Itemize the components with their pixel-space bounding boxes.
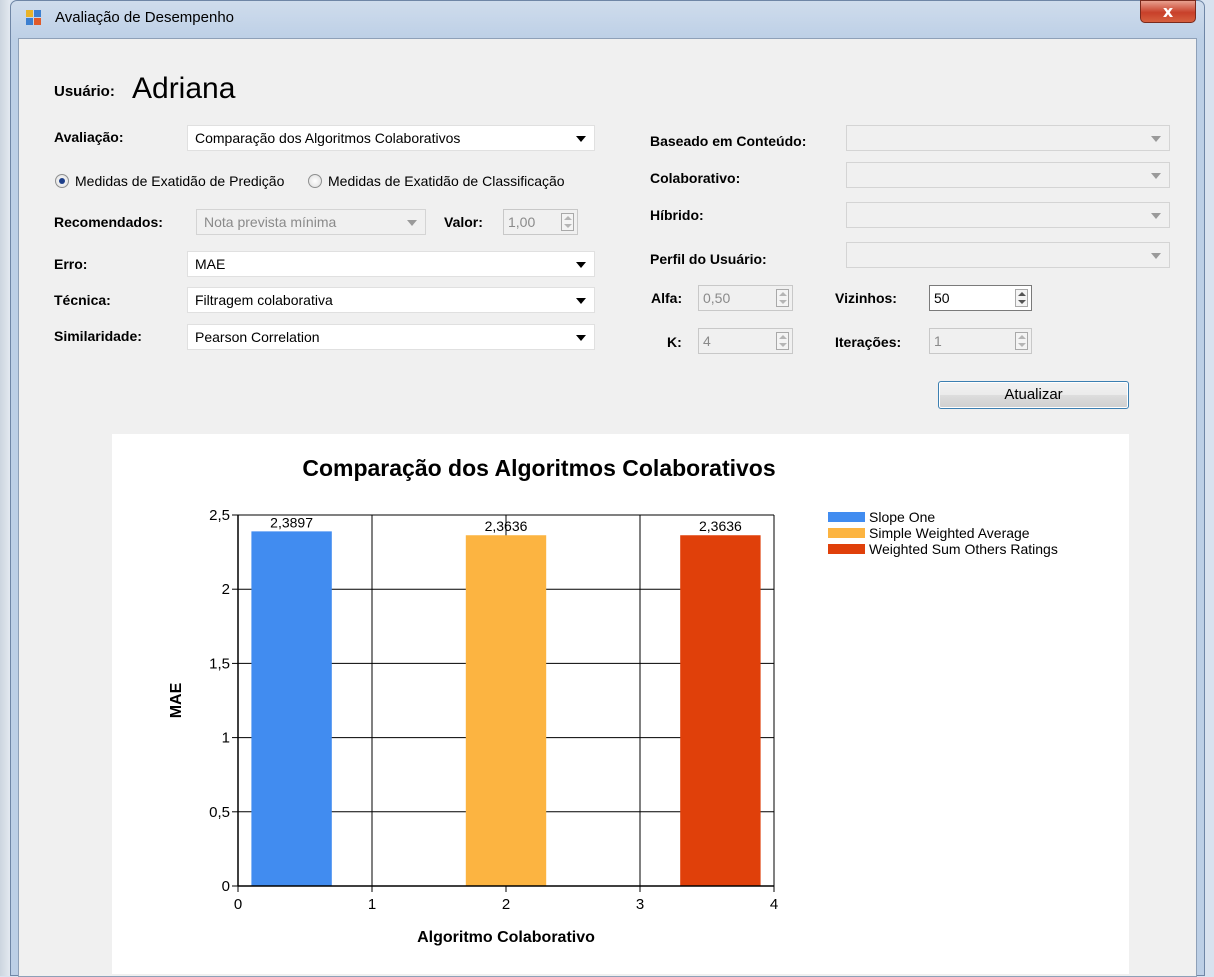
y-tick-label: 0: [222, 878, 230, 895]
chevron-down-icon: [1151, 173, 1161, 179]
erro-label: Erro:: [54, 256, 88, 272]
window-title: Avaliação de Desempenho: [55, 9, 235, 26]
valor-stepper-value: 1,00: [508, 214, 536, 230]
chevron-down-icon: [576, 335, 586, 341]
avaliacao-select-value: Comparação dos Algoritmos Colaborativos: [195, 130, 461, 146]
bar-0: [251, 531, 332, 886]
tecnica-select[interactable]: Filtragem colaborativa: [187, 287, 595, 313]
iteracoes-stepper-value: 1: [934, 333, 942, 349]
data-label: 2,3897: [270, 514, 313, 530]
x-tick-label: 1: [368, 896, 376, 913]
k-stepper[interactable]: 4: [698, 328, 793, 354]
vizinhos-stepper[interactable]: 50: [929, 285, 1032, 311]
user-name: Adriana: [132, 72, 236, 105]
bar-1: [465, 535, 547, 886]
atualizar-button[interactable]: Atualizar: [938, 381, 1129, 409]
valor-stepper[interactable]: 1,00: [503, 209, 578, 235]
perfil-select[interactable]: [846, 242, 1170, 268]
avaliacao-select[interactable]: Comparação dos Algoritmos Colaborativos: [187, 125, 595, 151]
spin-arrows-icon[interactable]: [561, 213, 574, 231]
avaliacao-label: Avaliação:: [54, 129, 124, 145]
legend-label: Weighted Sum Others Ratings: [869, 541, 1058, 557]
spin-arrows-icon[interactable]: [1015, 332, 1028, 350]
bar-2: [680, 535, 761, 886]
legend-swatch: [828, 528, 865, 538]
alfa-label: Alfa:: [651, 290, 683, 306]
radio-classificacao[interactable]: [308, 174, 322, 188]
chevron-down-icon: [576, 262, 586, 268]
chevron-down-icon: [576, 298, 586, 304]
y-axis-label: MAE: [168, 682, 185, 718]
k-label: K:: [667, 334, 682, 350]
similaridade-select[interactable]: Pearson Correlation: [187, 324, 595, 350]
y-tick-label: 1,5: [209, 655, 230, 672]
data-label: 2,3636: [699, 518, 742, 534]
x-tick-label: 4: [770, 896, 778, 913]
erro-select-value: MAE: [195, 256, 226, 272]
x-tick-label: 0: [234, 896, 242, 913]
chart-panel: Comparação dos Algoritmos Colaborativos 0…: [112, 434, 1129, 974]
chevron-down-icon: [1151, 253, 1161, 259]
chart-title: Comparação dos Algoritmos Colaborativos: [302, 455, 775, 481]
radio-predicao[interactable]: [55, 174, 69, 188]
title-bar[interactable]: Avaliação de Desempenho x: [11, 0, 1204, 31]
form-client-area: Usuário: Adriana Avaliação: Comparação d…: [18, 38, 1197, 977]
radio-classificacao-label[interactable]: Medidas de Exatidão de Classificação: [328, 172, 565, 190]
background-window-edge: [0, 0, 10, 976]
user-label: Usuário:: [54, 83, 115, 100]
colaborativo-select[interactable]: [846, 162, 1170, 188]
y-tick-label: 0,5: [209, 804, 230, 821]
tecnica-select-value: Filtragem colaborativa: [195, 292, 333, 308]
valor-label: Valor:: [444, 214, 483, 230]
perfil-label: Perfil do Usuário:: [650, 251, 767, 267]
alfa-stepper[interactable]: 0,50: [698, 285, 793, 311]
legend-swatch: [828, 544, 865, 554]
background-window-edge-right: [1205, 0, 1214, 976]
x-axis-label: Algoritmo Colaborativo: [417, 929, 595, 946]
chevron-down-icon: [576, 136, 586, 142]
recomendados-select-value: Nota prevista mínima: [204, 214, 337, 230]
similaridade-label: Similaridade:: [54, 328, 142, 344]
vizinhos-label: Vizinhos:: [835, 290, 897, 306]
app-icon: [26, 10, 42, 25]
bar-chart: Comparação dos Algoritmos Colaborativos 0…: [168, 455, 778, 946]
chevron-down-icon: [407, 220, 417, 226]
colaborativo-label: Colaborativo:: [650, 170, 741, 186]
iteracoes-stepper[interactable]: 1: [929, 328, 1032, 354]
spin-arrows-icon[interactable]: [776, 332, 789, 350]
radio-predicao-label[interactable]: Medidas de Exatidão de Predição: [75, 172, 284, 190]
data-label: 2,3636: [485, 518, 528, 534]
similaridade-select-value: Pearson Correlation: [195, 329, 320, 345]
y-tick-label: 1: [222, 730, 230, 747]
y-tick-label: 2: [222, 581, 230, 598]
chevron-down-icon: [1151, 136, 1161, 142]
x-tick-label: 2: [502, 896, 510, 913]
tecnica-label: Técnica:: [54, 292, 111, 308]
conteudo-label: Baseado em Conteúdo:: [650, 133, 807, 149]
chevron-down-icon: [1151, 213, 1161, 219]
legend-swatch: [828, 512, 865, 522]
hibrido-select[interactable]: [846, 202, 1170, 228]
legend-label: Slope One: [869, 509, 936, 525]
spin-arrows-icon[interactable]: [1015, 289, 1028, 307]
erro-select[interactable]: MAE: [187, 251, 595, 277]
hibrido-label: Híbrido:: [650, 207, 704, 223]
legend-label: Simple Weighted Average: [869, 525, 1030, 541]
y-tick-label: 2,5: [209, 507, 230, 524]
k-stepper-value: 4: [703, 333, 711, 349]
recomendados-label: Recomendados:: [54, 214, 163, 230]
close-button[interactable]: x: [1140, 0, 1196, 23]
main-window: Avaliação de Desempenho x Usuário: Adria…: [10, 0, 1205, 977]
iteracoes-label: Iterações:: [835, 334, 902, 350]
conteudo-select[interactable]: [846, 125, 1170, 151]
recomendados-select[interactable]: Nota prevista mínima: [196, 209, 426, 235]
spin-arrows-icon[interactable]: [776, 289, 789, 307]
vizinhos-stepper-value: 50: [934, 290, 950, 306]
x-tick-label: 3: [636, 896, 644, 913]
alfa-stepper-value: 0,50: [703, 290, 731, 306]
